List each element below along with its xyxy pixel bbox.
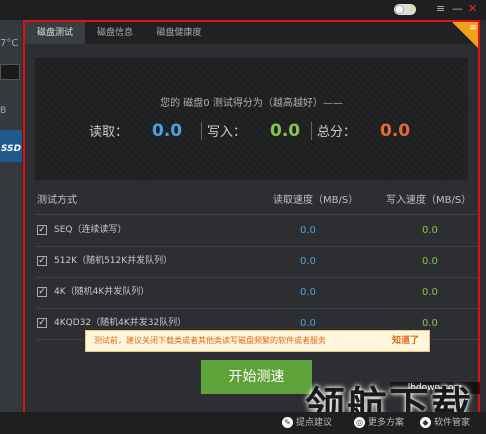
row-checkbox[interactable]: ✓	[37, 256, 47, 266]
total-score-label: 总分：	[317, 125, 357, 140]
table-row: ✓ SEQ（连续读写） 0.0 0.0	[35, 215, 478, 247]
title-bar: ☽ ≡ — ✕	[0, 0, 486, 20]
row-checkbox[interactable]: ✓	[37, 287, 47, 297]
start-test-button[interactable]: 开始测速	[201, 360, 312, 394]
table-row: ✓ 4K（随机4K并发队列） 0.0 0.0	[35, 277, 478, 309]
tab-disk-health[interactable]: 磁盘健康度	[145, 22, 213, 44]
row-write: 0.0	[422, 225, 438, 236]
tab-disk-test[interactable]: 磁盘测试	[25, 22, 85, 44]
more-solutions-link[interactable]: ◎ 更多方案	[354, 416, 404, 430]
side-label: B	[0, 106, 7, 116]
total-score: 总分： 0.0	[317, 120, 410, 142]
header-write: 写入速度（MB/S）	[386, 195, 472, 206]
side-box	[0, 64, 20, 80]
row-write: 0.0	[422, 256, 438, 267]
write-score: 写入： 0.0	[207, 120, 300, 142]
header-read: 读取速度（MB/S）	[273, 195, 359, 206]
feedback-icon: ✎	[282, 417, 293, 428]
feedback-link[interactable]: ✎ 提点建议	[282, 416, 332, 430]
row-read: 0.0	[300, 256, 316, 267]
row-read: 0.0	[300, 225, 316, 236]
tooltip-message: 测试前，建议关闭下载类或者其他类读写磁盘频繁的软件或者服务	[94, 336, 326, 345]
read-score-value: 0.0	[152, 121, 183, 141]
tab-bar: 磁盘测试 磁盘信息 磁盘健康度 ≡	[25, 22, 478, 48]
close-icon[interactable]: ✕	[468, 2, 477, 16]
total-score-value: 0.0	[380, 121, 411, 141]
software-manager-link[interactable]: ◆ 软件管家	[420, 416, 470, 430]
tooltip-ok-button[interactable]: 知道了	[392, 331, 419, 351]
solutions-icon: ◎	[354, 417, 365, 428]
read-score-label: 读取：	[89, 125, 129, 140]
temperature-label: 7°C	[0, 38, 19, 49]
bottom-bar: ✎ 提点建议 ◎ 更多方案 ◆ 软件管家	[0, 412, 486, 434]
minimize-icon[interactable]: —	[452, 2, 463, 16]
corner-badge[interactable]: ≡	[452, 22, 478, 48]
side-strip: 7°C B SSD	[0, 20, 22, 420]
row-write: 0.0	[422, 287, 438, 298]
row-name: 512K（随机512K并发队列）	[54, 256, 173, 266]
software-icon: ◆	[420, 417, 431, 428]
row-read: 0.0	[300, 287, 316, 298]
menu-icon[interactable]: ≡	[436, 2, 445, 16]
read-score: 读取： 0.0	[89, 120, 182, 142]
row-checkbox[interactable]: ✓	[37, 225, 47, 235]
table-row: ✓ 512K（随机512K并发队列） 0.0 0.0	[35, 246, 478, 278]
divider	[201, 122, 202, 140]
divider	[311, 122, 312, 140]
disk-test-panel: 磁盘测试 磁盘信息 磁盘健康度 ≡ 您的 磁盘0 测试得分为（越高越好）—— 读…	[23, 20, 480, 418]
ssd-badge: SSD	[0, 130, 22, 162]
row-name: 4K（随机4K并发队列）	[54, 287, 150, 297]
table-header: 测试方式 读取速度（MB/S） 写入速度（MB/S）	[35, 188, 478, 215]
score-panel: 您的 磁盘0 测试得分为（越高越好）—— 读取： 0.0 写入： 0.0 总分： 0.…	[35, 58, 468, 180]
tab-disk-info[interactable]: 磁盘信息	[87, 22, 143, 44]
write-score-label: 写入：	[207, 125, 247, 140]
row-checkbox[interactable]: ✓	[37, 318, 47, 328]
score-title: 您的 磁盘0 测试得分为（越高越好）——	[160, 98, 343, 109]
warning-tooltip: 测试前，建议关闭下载类或者其他类读写磁盘频繁的软件或者服务 知道了	[85, 330, 430, 352]
header-method: 测试方式	[37, 195, 77, 206]
write-score-value: 0.0	[270, 121, 301, 141]
moon-icon: ☽	[405, 2, 415, 15]
row-name: SEQ（连续读写）	[54, 225, 127, 235]
